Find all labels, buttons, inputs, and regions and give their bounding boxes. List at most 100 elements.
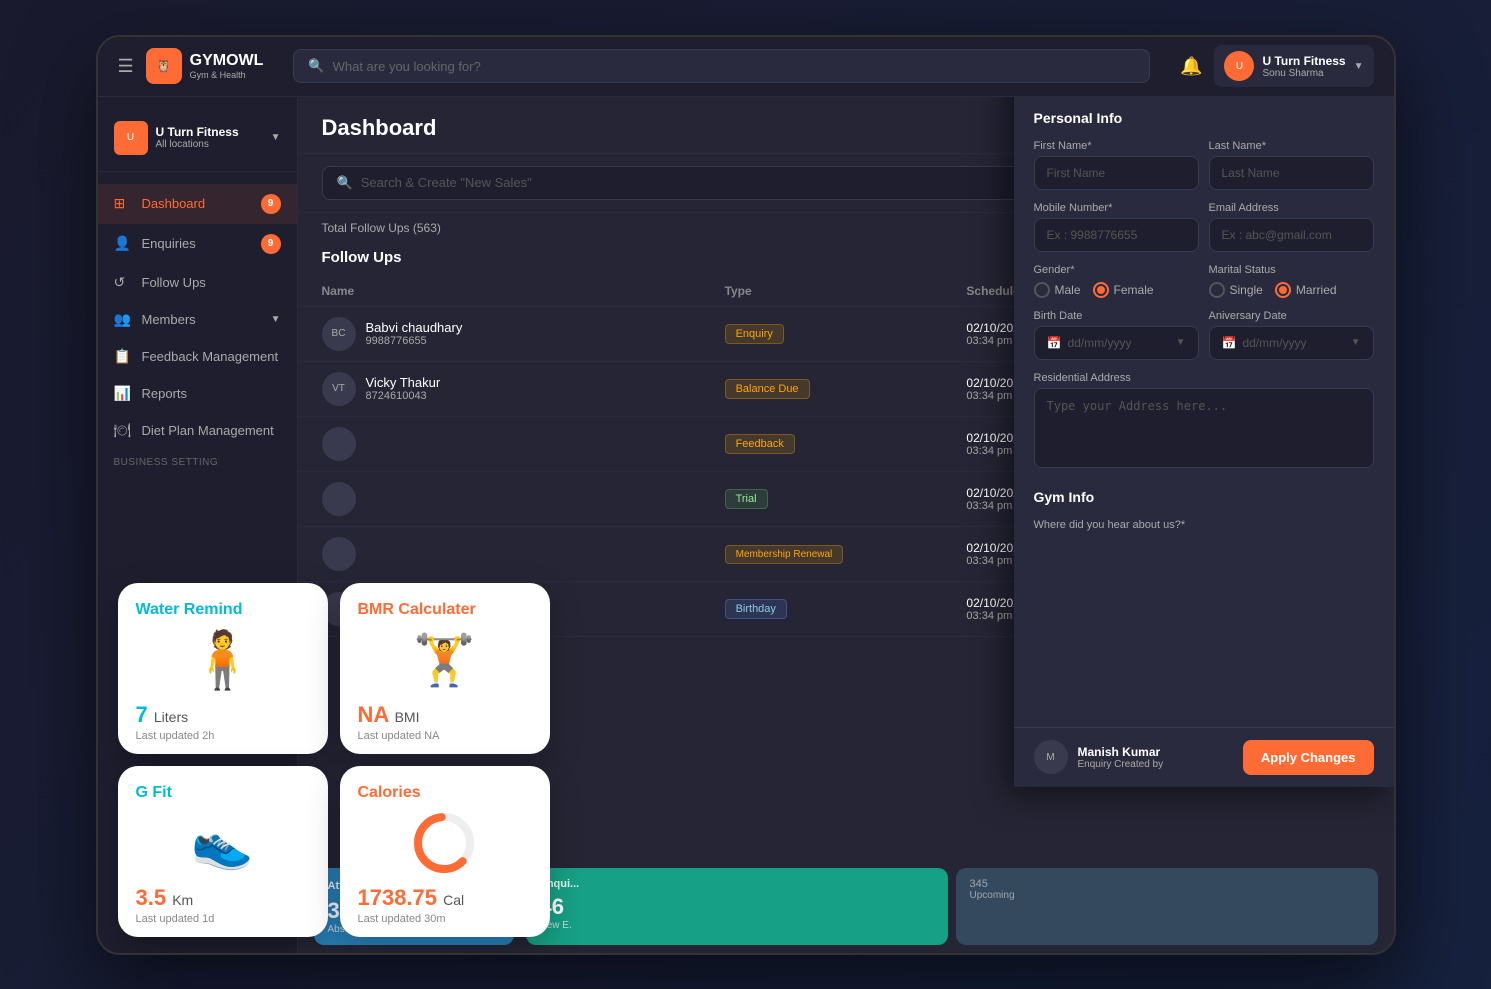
sidebar-profile[interactable]: U U Turn Fitness All locations ▼ (98, 113, 297, 172)
sidebar-item-followups[interactable]: ↺ Follow Ups (98, 264, 297, 301)
stat-extra-label: Upcoming (970, 890, 1364, 901)
sidebar-item-dashboard[interactable]: ⊞ Dashboard 9 (98, 184, 297, 224)
marital-single-option[interactable]: Single (1209, 282, 1263, 298)
gfit-value: 3.5 Km (136, 885, 194, 910)
profile-chevron-icon: ▼ (271, 132, 281, 143)
calories-sub: Last updated 30m (358, 913, 532, 925)
sidebar-item-diet[interactable]: 🍽 Diet Plan Management (98, 412, 297, 449)
avatar (322, 427, 356, 461)
birthdate-input[interactable]: 📅 dd/mm/yyyy ▼ (1034, 326, 1199, 360)
sidebar-item-label: Diet Plan Management (142, 423, 274, 438)
mobile-input[interactable] (1034, 218, 1199, 252)
date-row: Birth Date 📅 dd/mm/yyyy ▼ Aniversary Dat… (1034, 310, 1374, 360)
dashboard-badge: 9 (261, 194, 281, 214)
first-name-input[interactable] (1034, 156, 1199, 190)
global-search[interactable]: 🔍 What are you looking for? (293, 49, 1150, 83)
marital-single-radio[interactable] (1209, 282, 1225, 298)
hamburger-icon[interactable]: ☰ (118, 56, 134, 77)
reports-icon: 📊 (114, 385, 132, 402)
anniversary-label: Aniversary Date (1209, 310, 1374, 322)
bmr-icon-area: 🏋️ (358, 623, 532, 698)
search-label: Search & Create "New Sales" (361, 175, 532, 190)
calories-title: Calories (358, 784, 532, 802)
birthdate-group: Birth Date 📅 dd/mm/yyyy ▼ (1034, 310, 1199, 360)
personal-info-heading: Personal Info (1034, 110, 1374, 126)
sidebar-location: All locations (156, 139, 239, 150)
email-input[interactable] (1209, 218, 1374, 252)
date-chevron-icon: ▼ (1351, 337, 1361, 348)
type-badge: Balance Due (725, 379, 810, 399)
water-value-row: 7 Liters (136, 702, 310, 728)
type-badge: Birthday (725, 599, 787, 619)
email-label: Email Address (1209, 202, 1374, 214)
member-info (322, 537, 725, 571)
gender-male-label: Male (1055, 283, 1081, 297)
address-group: Residential Address (1034, 372, 1374, 473)
stat-card-extra: 345 Upcoming (956, 868, 1378, 945)
marital-married-radio[interactable] (1275, 282, 1291, 298)
sidebar-section-business: Business Setting (98, 449, 297, 476)
sidebar-item-feedback[interactable]: 📋 Feedback Management (98, 338, 297, 375)
hear-about-label: Where did you hear about us?* (1034, 519, 1374, 531)
marital-married-option[interactable]: Married (1275, 282, 1337, 298)
sidebar-item-members[interactable]: 👥 Members ▼ (98, 301, 297, 338)
feedback-icon: 📋 (114, 348, 132, 365)
bmr-card: BMR Calculater 🏋️ NA BMI Last updated NA (340, 583, 550, 754)
sidebar-item-label: Feedback Management (142, 349, 279, 364)
last-name-group: Last Name* (1209, 140, 1374, 190)
sidebar-item-label: Members (142, 312, 196, 327)
marital-group: Marital Status Single Married (1209, 264, 1374, 298)
gender-group: Gender* Male Female (1034, 264, 1199, 298)
anniversary-input[interactable]: 📅 dd/mm/yyyy ▼ (1209, 326, 1374, 360)
avatar: VT (322, 372, 356, 406)
gender-female-label: Female (1114, 283, 1154, 297)
gym-info-section: Gym Info Where did you hear about us?* (1034, 489, 1374, 531)
member-info (322, 427, 725, 461)
sidebar-item-label: Follow Ups (142, 275, 206, 290)
user-avatar: U (1224, 51, 1254, 81)
member-name: Babvi chaudhary (366, 320, 463, 335)
marital-label: Marital Status (1209, 264, 1374, 276)
notifications-icon[interactable]: 🔔 (1180, 56, 1202, 77)
bmr-value: NA BMI (358, 702, 420, 727)
bmr-sub: Last updated NA (358, 730, 532, 742)
gym-name: U Turn Fitness (1262, 54, 1345, 68)
gender-female-option[interactable]: Female (1093, 282, 1154, 298)
user-menu[interactable]: U U Turn Fitness Sonu Sharma ▼ (1214, 45, 1373, 87)
profile-image: U (114, 121, 148, 155)
dashboard-icon: ⊞ (114, 195, 132, 212)
water-icon-area: 🧍 (136, 623, 310, 698)
name-row: First Name* Last Name* (1034, 140, 1374, 190)
sidebar-item-label: Dashboard (142, 196, 206, 211)
members-chevron-icon: ▼ (271, 314, 281, 325)
type-badge: Feedback (725, 434, 795, 454)
gfit-card: G Fit 👟 3.5 Km Last updated 1d (118, 766, 328, 937)
last-name-input[interactable] (1209, 156, 1374, 190)
edit-enquiry-panel: ✏️ Edit Enquiry ⤢ ✕ Personal Info First … (1014, 97, 1394, 787)
birthdate-placeholder: dd/mm/yyyy (1067, 336, 1131, 350)
avatar (322, 537, 356, 571)
address-label: Residential Address (1034, 372, 1374, 384)
gym-info-heading: Gym Info (1034, 489, 1374, 505)
stat-extra: 345 (970, 878, 1364, 890)
device-frame: ☰ 🦉 GYMOWL Gym & Health 🔍 What are you l… (96, 35, 1396, 955)
address-input[interactable] (1034, 388, 1374, 468)
type-badge: Trial (725, 489, 768, 509)
gender-male-radio[interactable] (1034, 282, 1050, 298)
diet-icon: 🍽 (114, 422, 132, 439)
gender-male-option[interactable]: Male (1034, 282, 1081, 298)
top-header: ☰ 🦉 GYMOWL Gym & Health 🔍 What are you l… (98, 37, 1394, 97)
member-phone: 8724610043 (366, 390, 441, 402)
footer-creator-sub: Enquiry Created by (1078, 759, 1164, 770)
header-right: 🔔 U U Turn Fitness Sonu Sharma ▼ (1180, 45, 1373, 87)
birthdate-label: Birth Date (1034, 310, 1199, 322)
apply-changes-button[interactable]: Apply Changes (1243, 740, 1374, 775)
sidebar-item-reports[interactable]: 📊 Reports (98, 375, 297, 412)
col-name: Name (322, 284, 725, 298)
calories-icon-area (358, 806, 532, 881)
water-value: 7 Liters (136, 702, 189, 727)
sidebar-item-enquiries[interactable]: 👤 Enquiries 9 (98, 224, 297, 264)
water-remind-card: Water Remind 🧍 7 Liters Last updated 2h (118, 583, 328, 754)
gender-female-radio[interactable] (1093, 282, 1109, 298)
logo-subtext: Gym & Health (190, 70, 264, 80)
